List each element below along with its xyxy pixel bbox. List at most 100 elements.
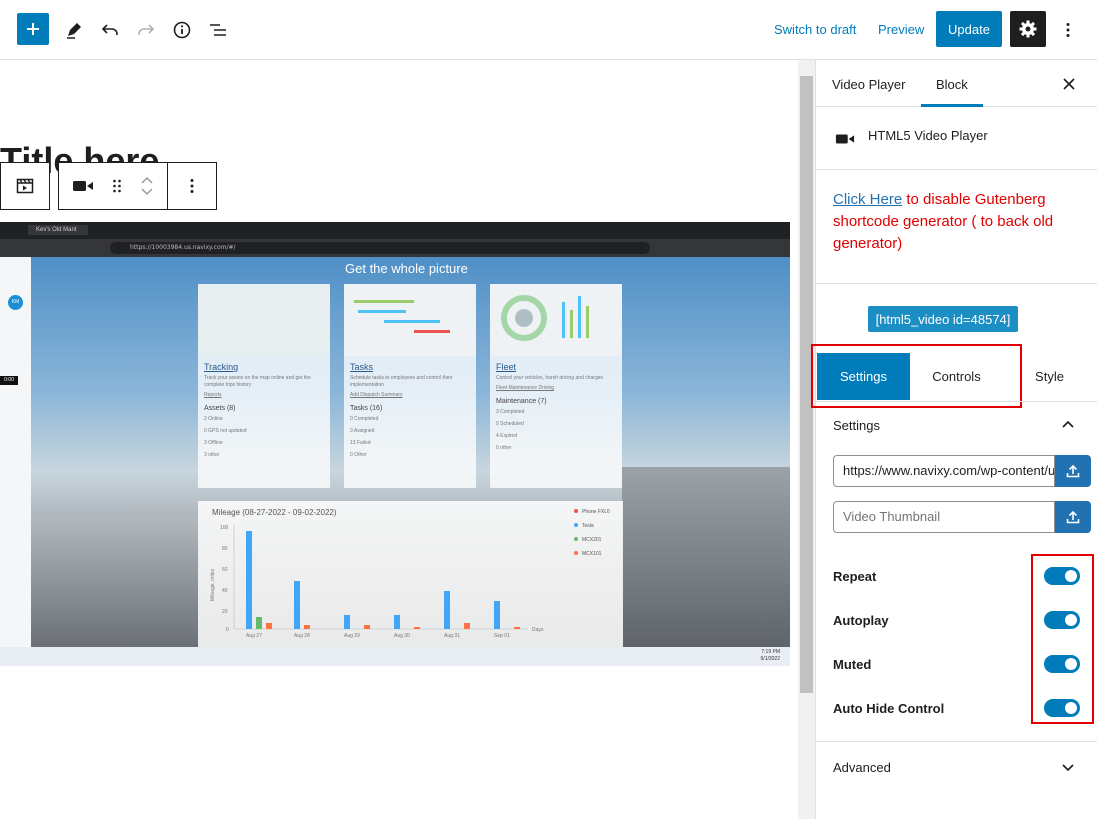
mileage-x-tick: Aug 31 bbox=[444, 633, 460, 639]
video-card-line: 3 Assigned bbox=[350, 428, 375, 434]
editor-canvas: Title here Kev's Old Mant https://100039… bbox=[0, 60, 798, 819]
block-switcher-button[interactable] bbox=[1, 163, 49, 209]
pencil-icon bbox=[67, 23, 81, 39]
tab-controls[interactable]: Controls bbox=[910, 353, 1003, 400]
mileage-legend-item: MCX201 bbox=[582, 537, 602, 543]
tab-video-player[interactable]: Video Player bbox=[832, 77, 905, 92]
video-upload-button[interactable] bbox=[1055, 455, 1091, 487]
drag-handle-icon bbox=[113, 179, 121, 193]
video-app-sidebar: KM 0:00 bbox=[0, 257, 31, 647]
video-headline: Get the whole picture bbox=[345, 261, 468, 276]
list-view-button[interactable] bbox=[200, 12, 236, 48]
video-mileage-chart: Mileage (08-27-2022 - 09-02-2022) 100 80… bbox=[198, 501, 623, 647]
video-card-line: 0 Completed bbox=[350, 416, 379, 422]
chevron-down-icon[interactable] bbox=[1061, 760, 1075, 774]
toggle-knob bbox=[1065, 614, 1077, 626]
video-card-line: 0 other bbox=[496, 445, 512, 451]
video-card-line: 13 Failed bbox=[350, 440, 371, 446]
video-mileage-bars: 100 80 60 40 20 0 Mileage, miles Aug 27 … bbox=[210, 509, 610, 639]
video-camera-icon bbox=[73, 181, 93, 191]
video-card-line: 0 Other bbox=[350, 452, 367, 458]
drag-handle[interactable] bbox=[107, 163, 127, 209]
video-browser-tabs: Kev's Old Mant bbox=[0, 222, 790, 239]
mileage-legend-item: MCX101 bbox=[582, 551, 602, 557]
undo-icon bbox=[101, 24, 118, 35]
toggle-label: Muted bbox=[833, 657, 872, 672]
autoplay-toggle[interactable] bbox=[1044, 611, 1080, 629]
settings-panel-title[interactable]: Settings bbox=[833, 418, 880, 433]
editor-scrollbar-thumb[interactable] bbox=[800, 76, 813, 693]
video-card-line: 4 Expired bbox=[496, 433, 518, 439]
settings-button[interactable] bbox=[1010, 11, 1046, 47]
redo-button[interactable] bbox=[128, 12, 164, 48]
block-name: HTML5 Video Player bbox=[868, 128, 988, 143]
tab-settings[interactable]: Settings bbox=[817, 353, 910, 400]
sidebar-tabs: Video Player Block bbox=[816, 60, 1097, 107]
mileage-x-tick: Aug 27 bbox=[246, 633, 262, 639]
video-clock-date: 9/1/2022 bbox=[760, 656, 780, 662]
close-icon bbox=[1063, 78, 1075, 90]
update-button[interactable]: Update bbox=[936, 11, 1002, 47]
info-icon bbox=[173, 21, 191, 39]
switch-to-draft-button[interactable]: Switch to draft bbox=[774, 22, 856, 37]
mileage-x-tick: Sep 01 bbox=[494, 633, 510, 639]
mileage-x-unit: Days bbox=[532, 627, 544, 633]
divider bbox=[816, 401, 1097, 402]
preview-button[interactable]: Preview bbox=[878, 22, 924, 37]
block-options-button[interactable] bbox=[168, 163, 216, 209]
video-avatar: KM bbox=[8, 295, 23, 310]
tab-style[interactable]: Style bbox=[1003, 353, 1096, 400]
editor-top-toolbar: Switch to draft Preview Update bbox=[0, 0, 1097, 60]
chevron-up-icon[interactable] bbox=[1061, 418, 1075, 432]
divider bbox=[816, 283, 1097, 284]
toggle-label: Autoplay bbox=[833, 613, 889, 628]
options-button[interactable] bbox=[1050, 12, 1086, 48]
thumbnail-input[interactable]: Video Thumbnail bbox=[833, 501, 1055, 533]
video-card-line: 3 Offline bbox=[204, 440, 223, 446]
plus-icon bbox=[27, 23, 39, 35]
video-card-links: Add Dispatch Summary bbox=[350, 392, 403, 398]
video-clock: 7:19 PM 9/1/2022 bbox=[761, 649, 780, 663]
shortcode-badge[interactable]: [html5_video id=48574] bbox=[868, 306, 1018, 332]
toggle-row-auto-hide-control: Auto Hide Control bbox=[833, 697, 1091, 721]
block-toolbar bbox=[0, 162, 217, 210]
video-city-right bbox=[622, 467, 790, 647]
mileage-y-ticks: 100 80 60 40 20 0 bbox=[220, 525, 229, 633]
more-vertical-icon bbox=[1066, 23, 1070, 37]
chevron-down-icon[interactable] bbox=[140, 188, 154, 196]
auto-hide-control-toggle[interactable] bbox=[1044, 699, 1080, 717]
gutenberg-notice: Click Here to disable Gutenberg shortcod… bbox=[833, 189, 1088, 255]
advanced-panel-title[interactable]: Advanced bbox=[833, 760, 891, 775]
video-card-line: 3 Completed bbox=[496, 409, 525, 415]
upload-icon bbox=[1066, 464, 1080, 478]
tab-block[interactable]: Block bbox=[936, 77, 968, 92]
block-controls-group bbox=[58, 162, 168, 210]
add-block-button[interactable] bbox=[17, 13, 49, 45]
video-player-block-icon bbox=[16, 178, 34, 194]
video-url-row: https://www.navixy.com/wp-content/upload… bbox=[833, 455, 1091, 487]
muted-toggle[interactable] bbox=[1044, 655, 1080, 673]
tools-button[interactable] bbox=[56, 12, 92, 48]
video-card-subtitle: Control your vehicles, harsh driving and… bbox=[496, 375, 603, 381]
video-url-input[interactable]: https://www.navixy.com/wp-content/upload… bbox=[833, 455, 1055, 487]
repeat-toggle[interactable] bbox=[1044, 567, 1080, 585]
mileage-legend-item: Tesla bbox=[582, 523, 594, 529]
undo-button[interactable] bbox=[92, 12, 128, 48]
block-card: HTML5 Video Player bbox=[816, 108, 1097, 170]
video-dashboard: KM 0:00 Get the whole picture Tracking T… bbox=[0, 257, 790, 647]
video-card-section: Maintenance (7) bbox=[496, 398, 547, 405]
video-player-preview[interactable]: Kev's Old Mant https://10003984.us.navix… bbox=[0, 222, 790, 666]
thumbnail-upload-button[interactable] bbox=[1055, 501, 1091, 533]
close-sidebar-button[interactable] bbox=[1059, 74, 1079, 94]
mileage-x-tick: Aug 28 bbox=[294, 633, 310, 639]
video-card-tracking: Tracking Track your assets on the map on… bbox=[198, 284, 330, 488]
toggle-row-muted: Muted bbox=[833, 653, 1091, 677]
details-button[interactable] bbox=[164, 12, 200, 48]
chevron-up-icon[interactable] bbox=[140, 176, 154, 184]
disable-gutenberg-link[interactable]: Click Here bbox=[833, 191, 902, 208]
block-type-button[interactable] bbox=[59, 163, 107, 209]
video-card-tasks: Tasks Schedule tasks to employees and co… bbox=[344, 284, 476, 488]
video-card-line: 3 other bbox=[204, 452, 220, 458]
toggle-label: Auto Hide Control bbox=[833, 701, 945, 716]
gantt-illustration bbox=[354, 300, 450, 333]
